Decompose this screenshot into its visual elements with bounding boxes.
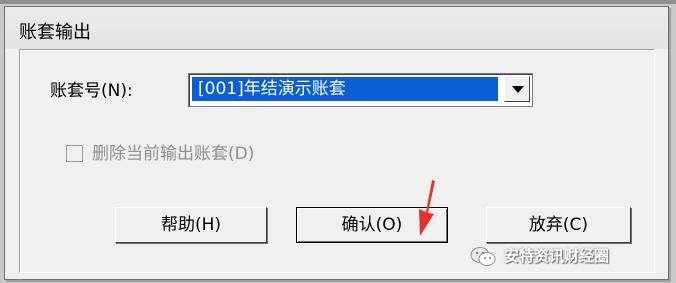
titlebar: 账套输出 xyxy=(5,7,668,49)
dropdown-button[interactable] xyxy=(504,76,530,102)
watermark: 安特资讯财经圈 xyxy=(470,243,609,269)
account-label: 账套号(N): xyxy=(50,81,133,101)
account-export-dialog: 账套输出 账套号(N): [001]年结演示账套 删除当前输出账套(D) 帮助(… xyxy=(4,6,669,280)
watermark-text: 安特资讯财经圈 xyxy=(504,247,610,265)
account-select-value: [001]年结演示账套 xyxy=(192,77,498,101)
help-button[interactable]: 帮助(H) xyxy=(115,207,267,243)
account-select[interactable]: [001]年结演示账套 xyxy=(188,73,533,107)
delete-checkbox-label: 删除当前输出账套(D) xyxy=(92,144,255,164)
wechat-icon xyxy=(470,246,496,266)
chevron-down-icon xyxy=(512,86,524,93)
red-arrow-icon xyxy=(419,180,435,236)
cancel-button[interactable]: 放弃(C) xyxy=(486,207,631,243)
background-strip xyxy=(0,0,676,4)
delete-checkbox[interactable] xyxy=(66,145,83,162)
dialog-panel: 账套号(N): [001]年结演示账套 删除当前输出账套(D) 帮助(H) 确认… xyxy=(19,49,655,273)
dialog-title: 账套输出 xyxy=(19,22,91,43)
